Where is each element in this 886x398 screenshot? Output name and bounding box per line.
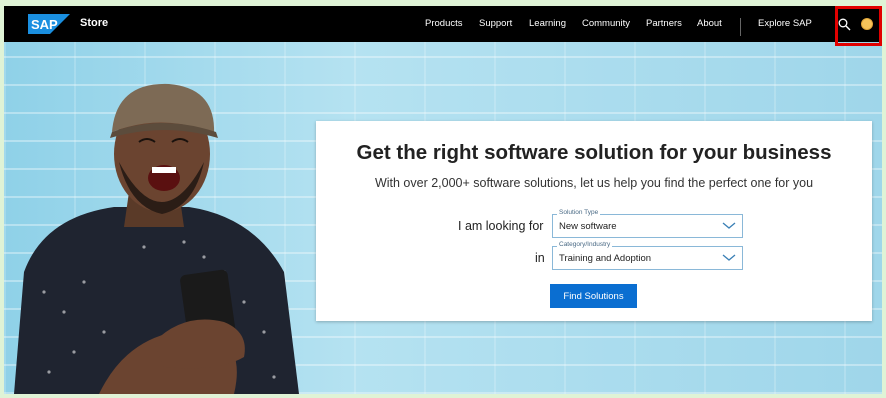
nav-item-products[interactable]: Products	[425, 18, 463, 29]
highlight-annotation	[835, 6, 882, 46]
hero-person-image	[14, 83, 299, 394]
find-solutions-button[interactable]: Find Solutions	[550, 284, 637, 308]
hero-subtitle: With over 2,000+ software solutions, let…	[374, 176, 814, 190]
chevron-down-icon	[722, 254, 736, 261]
nav-item-explore-sap[interactable]: Explore SAP	[758, 18, 812, 29]
solution-type-legend: Solution Type	[557, 209, 601, 216]
page-frame: SAP Store Products Support Learning Comm…	[4, 6, 882, 394]
nav-item-about[interactable]: About	[697, 18, 722, 29]
nav-divider	[740, 18, 741, 36]
nav-item-community[interactable]: Community	[582, 18, 630, 29]
main-menu: Products Support Learning Community Part…	[4, 6, 882, 42]
category-industry-legend: Category/Industry	[557, 241, 613, 248]
hero-title: Get the right software solution for your…	[356, 141, 832, 164]
nav-item-learning[interactable]: Learning	[529, 18, 566, 29]
category-industry-select[interactable]: Category/Industry Training and Adoption	[552, 241, 743, 270]
in-label: in	[535, 251, 545, 265]
nav-item-partners[interactable]: Partners	[646, 18, 682, 29]
solution-finder-card: Get the right software solution for your…	[316, 121, 872, 321]
solution-type-select[interactable]: Solution Type New software	[552, 209, 743, 238]
looking-for-label: I am looking for	[458, 219, 544, 233]
nav-item-support[interactable]: Support	[479, 18, 512, 29]
category-industry-value: Training and Adoption	[559, 253, 652, 264]
solution-type-value: New software	[559, 221, 617, 232]
chevron-down-icon	[722, 222, 736, 229]
top-navigation-bar: SAP Store Products Support Learning Comm…	[4, 6, 882, 46]
